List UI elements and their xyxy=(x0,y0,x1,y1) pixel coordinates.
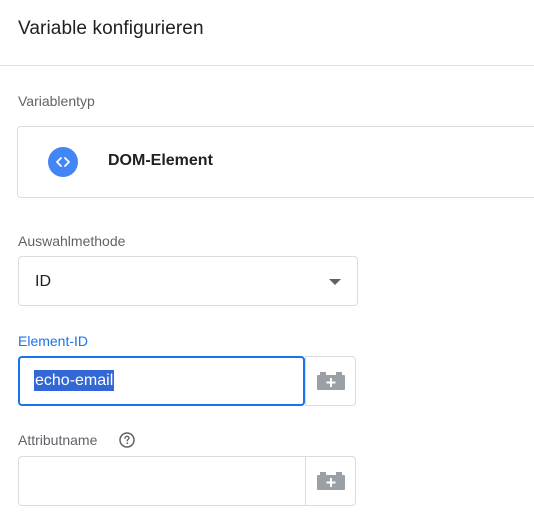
selection-method-value: ID xyxy=(35,273,51,290)
add-variable-brick-icon xyxy=(316,472,345,490)
panel-title: Variable konfigurieren xyxy=(18,18,204,39)
configure-variable-panel: Variable konfigurieren Variablentyp DOM-… xyxy=(0,0,534,520)
add-variable-brick-icon xyxy=(316,372,345,390)
selection-method-label: Auswahlmethode xyxy=(18,233,126,249)
element-id-input[interactable]: echo-email xyxy=(18,356,305,406)
attribute-name-label: Attributname xyxy=(18,432,98,448)
attribute-name-variable-picker-button[interactable] xyxy=(305,456,356,506)
help-icon[interactable] xyxy=(119,432,135,448)
attribute-name-input[interactable] xyxy=(18,456,305,506)
element-id-value: echo-email xyxy=(34,370,115,391)
dropdown-arrow-icon xyxy=(329,279,341,285)
code-brackets-icon xyxy=(48,147,78,177)
variable-type-label: Variablentyp xyxy=(18,93,95,109)
element-id-variable-picker-button[interactable] xyxy=(305,356,356,406)
selection-method-select[interactable]: ID xyxy=(18,256,358,306)
panel-header: Variable konfigurieren xyxy=(0,0,534,66)
element-id-label: Element-ID xyxy=(18,333,89,349)
variable-type-card[interactable]: DOM-Element xyxy=(17,126,534,198)
variable-type-name: DOM-Element xyxy=(108,152,213,169)
